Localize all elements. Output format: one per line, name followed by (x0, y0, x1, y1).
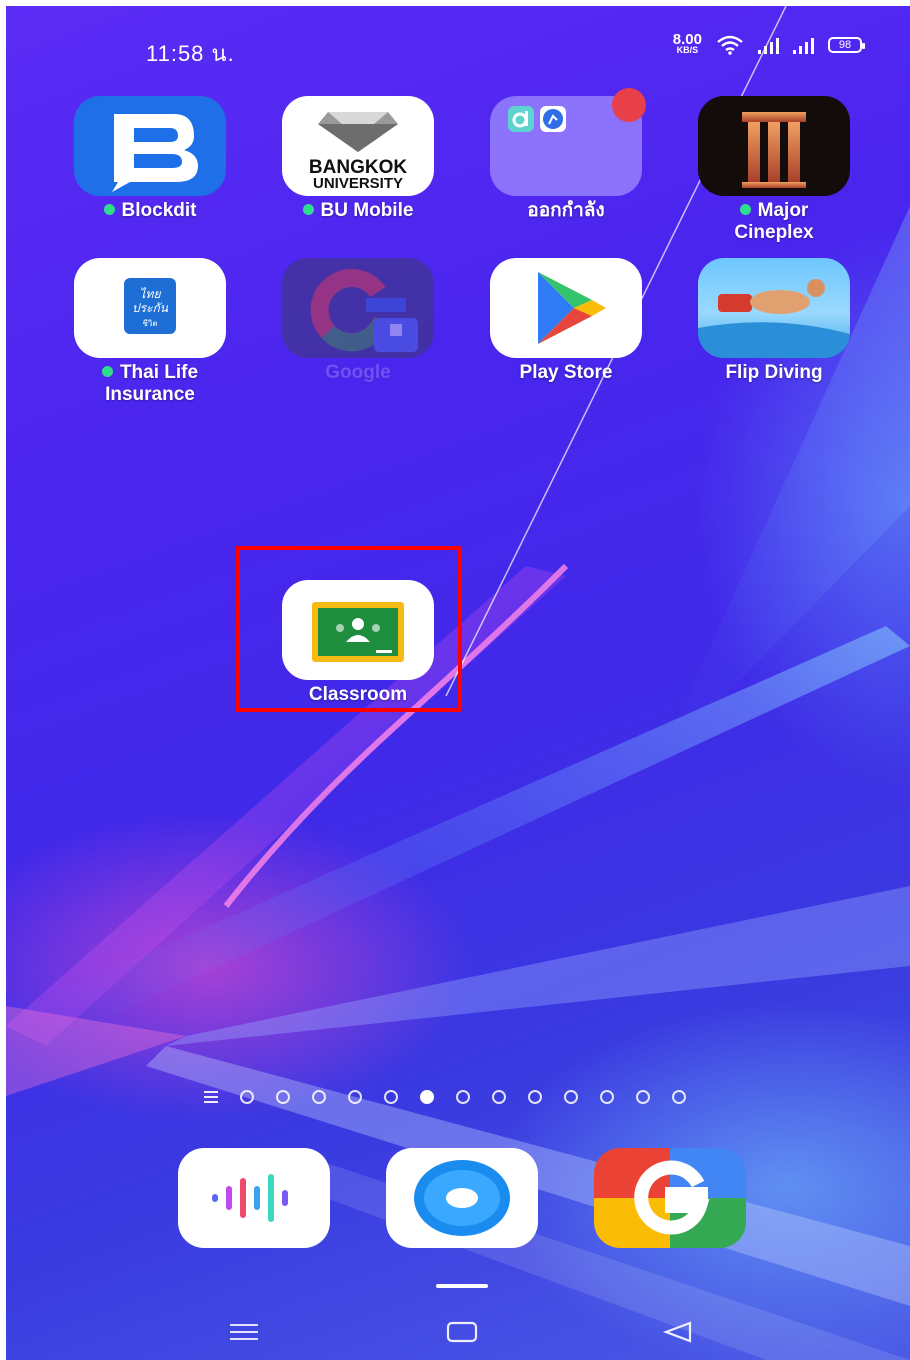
app-label: BU Mobile (320, 200, 414, 221)
signal-icon-2 (793, 36, 814, 54)
app-label-line-2: Cineplex (734, 222, 814, 243)
app-thai-life-insurance[interactable]: ไทย ประกัน ชีวิต Thai Life Insurance (55, 258, 245, 406)
play-store-icon (490, 258, 642, 358)
gesture-bar[interactable] (436, 1284, 488, 1288)
app-label-line-1: Major (757, 200, 809, 221)
page-dot[interactable] (240, 1090, 254, 1104)
network-speed: 8.00 KB/S (672, 31, 702, 56)
app-label: Play Store (519, 362, 613, 383)
flip-diving-icon (698, 258, 850, 358)
status-icons: 8.00 KB/S 98 (672, 31, 865, 56)
folder-app-1-icon (508, 106, 534, 132)
notification-badge (612, 88, 646, 122)
app-label: Flip Diving (725, 362, 823, 383)
app-label: Google (325, 362, 391, 383)
page-indicator[interactable] (204, 1090, 686, 1104)
major-cineplex-icon (698, 96, 850, 196)
app-major-cineplex[interactable]: Major Cineplex (679, 96, 869, 244)
sound-recorder-icon[interactable] (178, 1148, 330, 1248)
menu-lines-icon (204, 1091, 218, 1103)
page-dot[interactable] (492, 1090, 506, 1104)
battery-icon: 98 (828, 37, 865, 53)
app-blockdit[interactable]: Blockdit (55, 96, 245, 222)
back-icon[interactable] (662, 1320, 694, 1344)
app-bu-mobile[interactable]: BANGKOK UNIVERSITY BU Mobile (263, 96, 453, 222)
page-dot[interactable] (564, 1090, 578, 1104)
app-play-store[interactable]: Play Store (471, 258, 661, 384)
page-dot[interactable] (312, 1090, 326, 1104)
signal-icon-1 (758, 36, 779, 54)
status-time: 11:58 น. (146, 41, 235, 66)
blockdit-icon (74, 96, 226, 196)
app-label-line-1: Thai Life (119, 362, 199, 383)
bu-icon-text-2: UNIVERSITY (313, 175, 403, 192)
folder-icon (490, 88, 646, 196)
thai-life-icon-text-1: ไทย (140, 287, 162, 301)
page-dot[interactable] (456, 1090, 470, 1104)
notification-dot (302, 204, 314, 215)
app-label: Blockdit (121, 200, 197, 221)
folder-exercise[interactable]: ออกกำลัง (471, 88, 661, 222)
page-dot[interactable] (600, 1090, 614, 1104)
page-dot[interactable] (636, 1090, 650, 1104)
google-work-icon (282, 258, 434, 358)
notification-dot (101, 366, 113, 377)
browser-icon[interactable] (386, 1148, 538, 1248)
app-label: ออกกำลัง (527, 200, 605, 221)
page-dot[interactable] (672, 1090, 686, 1104)
bangkok-university-icon: BANGKOK UNIVERSITY (282, 96, 434, 196)
app-google-disabled[interactable]: Google (263, 258, 453, 384)
thai-life-icon-text-2: ประกัน (132, 301, 169, 315)
highlight-box (236, 546, 462, 712)
folder-app-2-icon (540, 106, 566, 132)
google-go-icon[interactable] (594, 1148, 746, 1248)
menu-icon[interactable] (228, 1320, 260, 1344)
page-dot[interactable] (276, 1090, 290, 1104)
wifi-icon (717, 35, 743, 55)
thai-life-insurance-icon: ไทย ประกัน ชีวิต (74, 258, 226, 358)
home-screen: 11:58 น. 8.00 KB/S 98 Blockdit BANGKOK U… (6, 6, 910, 1360)
page-dot[interactable] (384, 1090, 398, 1104)
thai-life-icon-text-3: ชีวิต (142, 319, 157, 328)
page-dot[interactable] (528, 1090, 542, 1104)
app-flip-diving[interactable]: Flip Diving (679, 258, 869, 384)
battery-level: 98 (838, 39, 852, 51)
page-dot[interactable] (348, 1090, 362, 1104)
app-label-line-2: Insurance (105, 384, 195, 405)
notification-dot (103, 204, 115, 215)
page-dot-active[interactable] (420, 1090, 434, 1104)
notification-dot (739, 204, 751, 215)
network-speed-unit: KB/S (676, 45, 699, 55)
home-icon[interactable] (446, 1320, 478, 1344)
network-speed-value: 8.00 (672, 31, 702, 48)
